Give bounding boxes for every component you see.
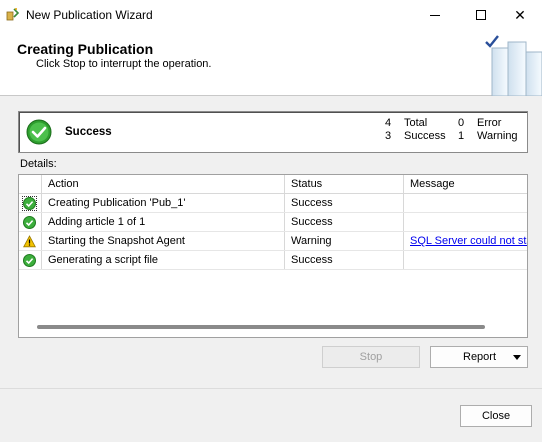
report-button-label: Report — [463, 351, 497, 363]
dropdown-arrow-icon — [513, 355, 521, 360]
row-status: Success — [291, 254, 333, 266]
stop-button[interactable]: Stop — [322, 346, 420, 368]
row-action: Starting the Snapshot Agent — [48, 235, 185, 247]
row-message-link[interactable]: SQL Server could not sta — [410, 235, 527, 247]
wizard-window: New Publication Wizard ✕ Creating Public… — [0, 0, 542, 442]
maximize-icon — [476, 10, 486, 20]
row-action: Adding article 1 of 1 — [48, 216, 146, 228]
minimize-button[interactable] — [412, 0, 458, 30]
total-label: Total — [404, 117, 428, 129]
total-count: 4 — [385, 117, 392, 129]
success-large-icon — [26, 119, 52, 145]
row-action: Generating a script file — [48, 254, 159, 266]
row-status: Warning — [291, 235, 332, 247]
details-label: Details: — [20, 158, 57, 170]
title-bar: New Publication Wizard ✕ — [0, 0, 542, 30]
success-icon — [22, 196, 37, 211]
success-icon — [23, 216, 36, 229]
table-row[interactable]: Generating a script file Success — [19, 251, 527, 270]
error-label: Error — [477, 117, 502, 129]
details-grid[interactable]: Action Status Message Creating Publicati… — [18, 174, 528, 338]
wizard-header: Creating Publication Click Stop to inter… — [0, 30, 542, 96]
wizard-app-icon — [6, 8, 20, 21]
warning-icon — [23, 235, 36, 248]
table-row[interactable]: Starting the Snapshot Agent Warning SQL … — [19, 232, 527, 251]
footer-divider — [0, 388, 542, 389]
report-button[interactable]: Report — [430, 346, 528, 368]
minimize-icon — [430, 14, 440, 16]
close-button[interactable]: Close — [460, 405, 532, 427]
grid-header: Action Status Message — [19, 175, 527, 194]
column-header-action[interactable]: Action — [48, 178, 79, 190]
page-subtitle: Click Stop to interrupt the operation. — [36, 58, 212, 70]
window-title: New Publication Wizard — [26, 8, 153, 22]
row-status: Success — [291, 197, 333, 209]
warning-count: 1 — [458, 130, 465, 142]
column-header-status[interactable]: Status — [291, 178, 322, 190]
column-header-message[interactable]: Message — [410, 178, 455, 190]
success-count: 3 — [385, 130, 392, 142]
summary-status: Success — [65, 126, 112, 138]
success-label: Success — [404, 130, 446, 142]
success-icon — [23, 254, 36, 267]
row-action: Creating Publication 'Pub_1' — [48, 197, 186, 209]
close-icon: ✕ — [514, 6, 526, 23]
error-count: 0 — [458, 117, 465, 129]
publication-books-icon — [485, 35, 542, 96]
horizontal-scrollbar[interactable] — [37, 325, 485, 329]
row-status: Success — [291, 216, 333, 228]
warning-label: Warning — [477, 130, 518, 142]
close-window-button[interactable]: ✕ — [497, 0, 542, 30]
summary-panel: Success 4 Total 0 Error 3 Success 1 Warn… — [18, 111, 528, 153]
table-row[interactable]: Creating Publication 'Pub_1' Success — [19, 194, 527, 213]
page-title: Creating Publication — [17, 41, 154, 57]
table-row[interactable]: Adding article 1 of 1 Success — [19, 213, 527, 232]
